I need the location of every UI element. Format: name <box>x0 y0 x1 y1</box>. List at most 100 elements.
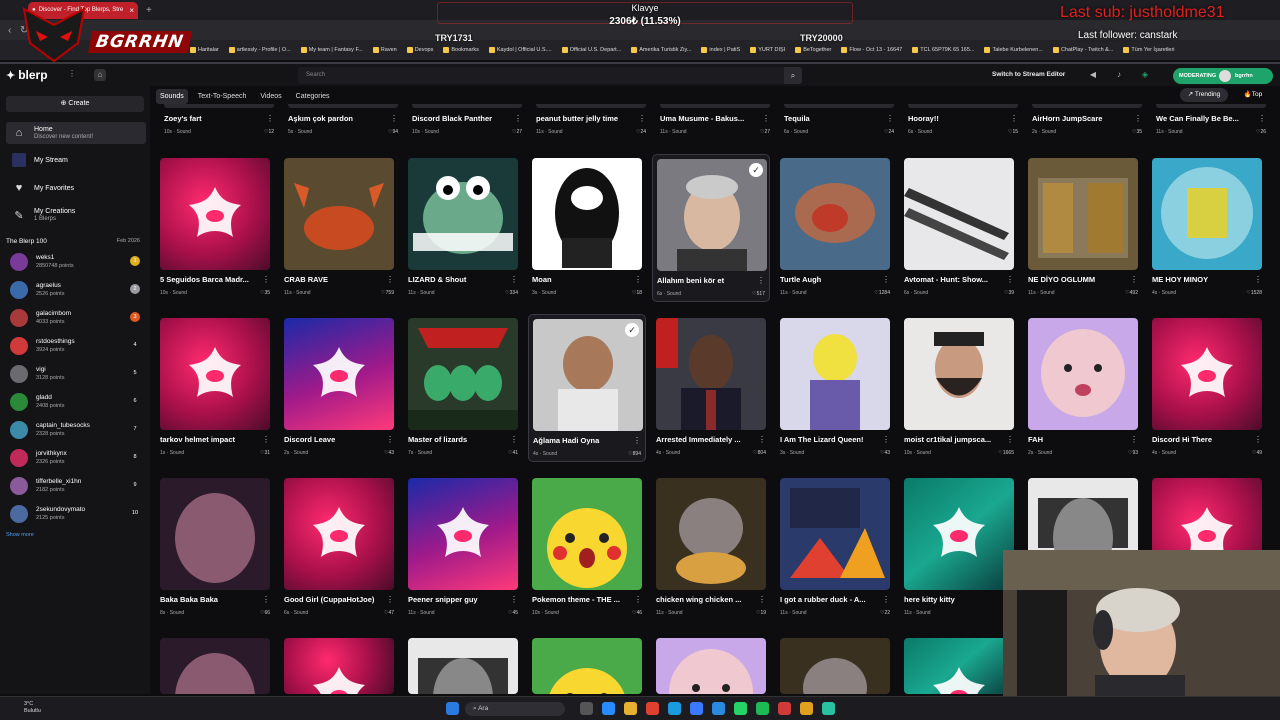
tab-categories[interactable]: Categories <box>292 89 334 104</box>
sound-thumbnail[interactable] <box>532 158 642 270</box>
edge-icon[interactable] <box>602 702 615 715</box>
sound-thumbnail[interactable] <box>780 638 890 694</box>
sound-thumbnail[interactable] <box>408 158 518 270</box>
card-menu-icon[interactable]: ⋮ <box>882 595 890 604</box>
bookmark-item[interactable]: index | PatiS <box>701 47 740 53</box>
card-menu-icon[interactable]: ⋮ <box>262 435 270 444</box>
bookmark-item[interactable]: Raven <box>372 47 397 53</box>
sound-card[interactable]: Peener snipper guy ⋮ 11s · Sound ♡45 <box>404 474 522 622</box>
leaderboard-row[interactable]: gladd 2408 points 6 <box>10 390 140 416</box>
card-menu-icon[interactable]: ⋮ <box>1130 275 1138 284</box>
card-menu-icon[interactable]: ⋮ <box>758 595 766 604</box>
notification-bell-icon[interactable]: ♪ <box>1112 68 1126 82</box>
sound-card[interactable]: Master of lizards ⋮ 7s · Sound ♡41 <box>404 314 522 462</box>
sidebar-item-creations[interactable]: ✎ My Creations 1 Blerps <box>6 204 146 226</box>
start-menu-icon[interactable] <box>446 702 459 715</box>
card-menu-icon[interactable]: ⋮ <box>882 435 890 444</box>
trending-button[interactable]: ↗ Trending <box>1180 88 1228 102</box>
sound-card[interactable]: Good Girl (CuppaHotJoe) ⋮ 6s · Sound ♡47 <box>280 474 398 622</box>
moderating-pill[interactable]: MODERATING bgrrhn <box>1173 68 1273 84</box>
card-menu-icon[interactable]: ⋮ <box>390 114 398 123</box>
bookmark-item[interactable]: BeTogether <box>795 47 831 53</box>
card-menu-icon[interactable]: ⋮ <box>1006 435 1014 444</box>
home-icon[interactable]: ⌂ <box>94 69 106 81</box>
sound-thumbnail[interactable] <box>656 318 766 430</box>
sound-card-partial[interactable] <box>776 634 894 694</box>
card-menu-icon[interactable]: ⋮ <box>262 595 270 604</box>
sound-thumbnail[interactable] <box>780 478 890 590</box>
card-menu-icon[interactable]: ⋮ <box>1134 114 1142 123</box>
sound-thumbnail[interactable] <box>1152 318 1262 430</box>
top-button[interactable]: 🔥Top <box>1238 88 1268 102</box>
sound-thumbnail[interactable] <box>1152 158 1262 270</box>
sound-card-partial[interactable] <box>280 634 398 694</box>
sound-thumbnail[interactable] <box>1028 318 1138 430</box>
sound-thumbnail[interactable] <box>656 638 766 694</box>
card-menu-icon[interactable]: ⋮ <box>1258 114 1266 123</box>
sound-card[interactable]: NE DİYO OGLUMM ⋮ 11s · Sound ♡492 <box>1024 154 1142 302</box>
sound-card[interactable]: I Am The Lizard Queen! ⋮ 3s · Sound ♡43 <box>776 314 894 462</box>
card-menu-icon[interactable]: ⋮ <box>386 595 394 604</box>
card-menu-icon[interactable]: ⋮ <box>634 275 642 284</box>
sound-thumbnail[interactable] <box>532 478 642 590</box>
card-menu-icon[interactable]: ⋮ <box>1010 114 1018 123</box>
bookmark-item[interactable]: Tüm Yer İşaretleri <box>1123 47 1175 53</box>
card-menu-icon[interactable]: ⋮ <box>1254 275 1262 284</box>
sound-thumbnail[interactable] <box>780 158 890 270</box>
card-menu-icon[interactable]: ⋮ <box>514 114 522 123</box>
sound-card[interactable]: Moan ⋮ 3s · Sound ♡18 <box>528 154 646 302</box>
sound-thumbnail[interactable] <box>532 638 642 694</box>
bookmark-item[interactable]: TCL 65P79K 65 165... <box>912 47 974 53</box>
taskbar-search[interactable]: ⌕ Ara <box>465 702 565 716</box>
sound-thumbnail[interactable]: ✓ <box>657 159 767 271</box>
card-menu-icon[interactable]: ⋮ <box>762 114 770 123</box>
bookmark-item[interactable]: Bookmarks <box>443 47 479 53</box>
leaderboard-row[interactable]: galacimbom 4033 points 3 <box>10 306 140 332</box>
bookmark-item[interactable]: Devops <box>406 47 433 53</box>
card-menu-icon[interactable]: ⋮ <box>262 275 270 284</box>
sound-card[interactable]: CRAB RAVE ⋮ 11s · Sound ♡759 <box>280 154 398 302</box>
search-input[interactable]: Search ⌕ <box>298 67 802 84</box>
blerp-logo[interactable]: ✦ blerp <box>6 68 48 82</box>
sound-card[interactable]: ✓ Allahım beni kör et ⋮ 6s · Sound ♡517 <box>652 154 770 302</box>
card-menu-icon[interactable]: ⋮ <box>757 276 765 285</box>
sound-card[interactable]: Turtle Augh ⋮ 11s · Sound ♡1284 <box>776 154 894 302</box>
sound-card[interactable]: Avtomat - Hunt: Show... ⋮ 6s · Sound ♡39 <box>900 154 1018 302</box>
sound-thumbnail[interactable] <box>1028 158 1138 270</box>
sound-thumbnail[interactable] <box>160 478 270 590</box>
sidebar-item-my-stream[interactable]: My Stream <box>6 149 146 171</box>
card-menu-icon[interactable]: ⋮ <box>882 275 890 284</box>
sound-card[interactable]: I got a rubber duck - A... ⋮ 11s · Sound ♡2… <box>776 474 894 622</box>
card-menu-icon[interactable]: ⋮ <box>1254 435 1262 444</box>
card-menu-icon[interactable]: ⋮ <box>386 275 394 284</box>
bookmark-item[interactable]: Haritalar <box>190 47 219 53</box>
card-menu-icon[interactable]: ⋮ <box>510 275 518 284</box>
edge-browser-icon[interactable] <box>668 702 681 715</box>
leaderboard-row[interactable]: vigi 3128 points 5 <box>10 362 140 388</box>
sound-card[interactable]: 5 Seguidos Barca Madr... ⋮ 10s · Sound ♡35 <box>156 154 274 302</box>
sound-thumbnail[interactable] <box>904 158 1014 270</box>
leaderboard-row[interactable]: weks1 2850748 points 1 <box>10 250 140 276</box>
sound-card-partial[interactable] <box>652 634 770 694</box>
sound-card-partial[interactable] <box>156 634 274 694</box>
sound-thumbnail[interactable]: ✓ <box>533 319 643 431</box>
sound-thumbnail[interactable] <box>160 158 270 270</box>
card-menu-icon[interactable]: ⋮ <box>1130 435 1138 444</box>
sound-thumbnail[interactable] <box>284 158 394 270</box>
bookmark-item[interactable]: artlessly - Profile | O... <box>228 47 291 53</box>
bookmark-item[interactable]: Talebe Kurbelenen... <box>984 47 1043 53</box>
sidebar-item-favorites[interactable]: ♥ My Favorites <box>6 177 146 199</box>
bookmark-item[interactable]: YURT DIŞI <box>750 47 785 53</box>
sound-card[interactable]: ✓ Ağlama Hadi Oyna ⋮ 4s · Sound ♡894 <box>528 314 646 462</box>
leaderboard-row[interactable]: rstdoesthings 3924 points 4 <box>10 334 140 360</box>
show-more-link[interactable]: Show more <box>6 532 34 538</box>
sound-thumbnail[interactable] <box>284 638 394 694</box>
sound-card[interactable]: FAH ⋮ 2s · Sound ♡93 <box>1024 314 1142 462</box>
bookmark-item[interactable]: Flow - Oct 13 - 16647 <box>841 47 902 53</box>
bookmark-item[interactable]: Kaydol | Official U.S.... <box>488 47 552 53</box>
sound-card[interactable]: LIZARD & Shout ⋮ 11s · Sound ♡334 <box>404 154 522 302</box>
sound-card[interactable]: tarkov helmet impact ⋮ 1s · Sound ♡31 <box>156 314 274 462</box>
card-menu-icon[interactable]: ⋮ <box>266 114 274 123</box>
sound-thumbnail[interactable] <box>408 318 518 430</box>
leaderboard-row[interactable]: agraelus 2526 points 2 <box>10 278 140 304</box>
